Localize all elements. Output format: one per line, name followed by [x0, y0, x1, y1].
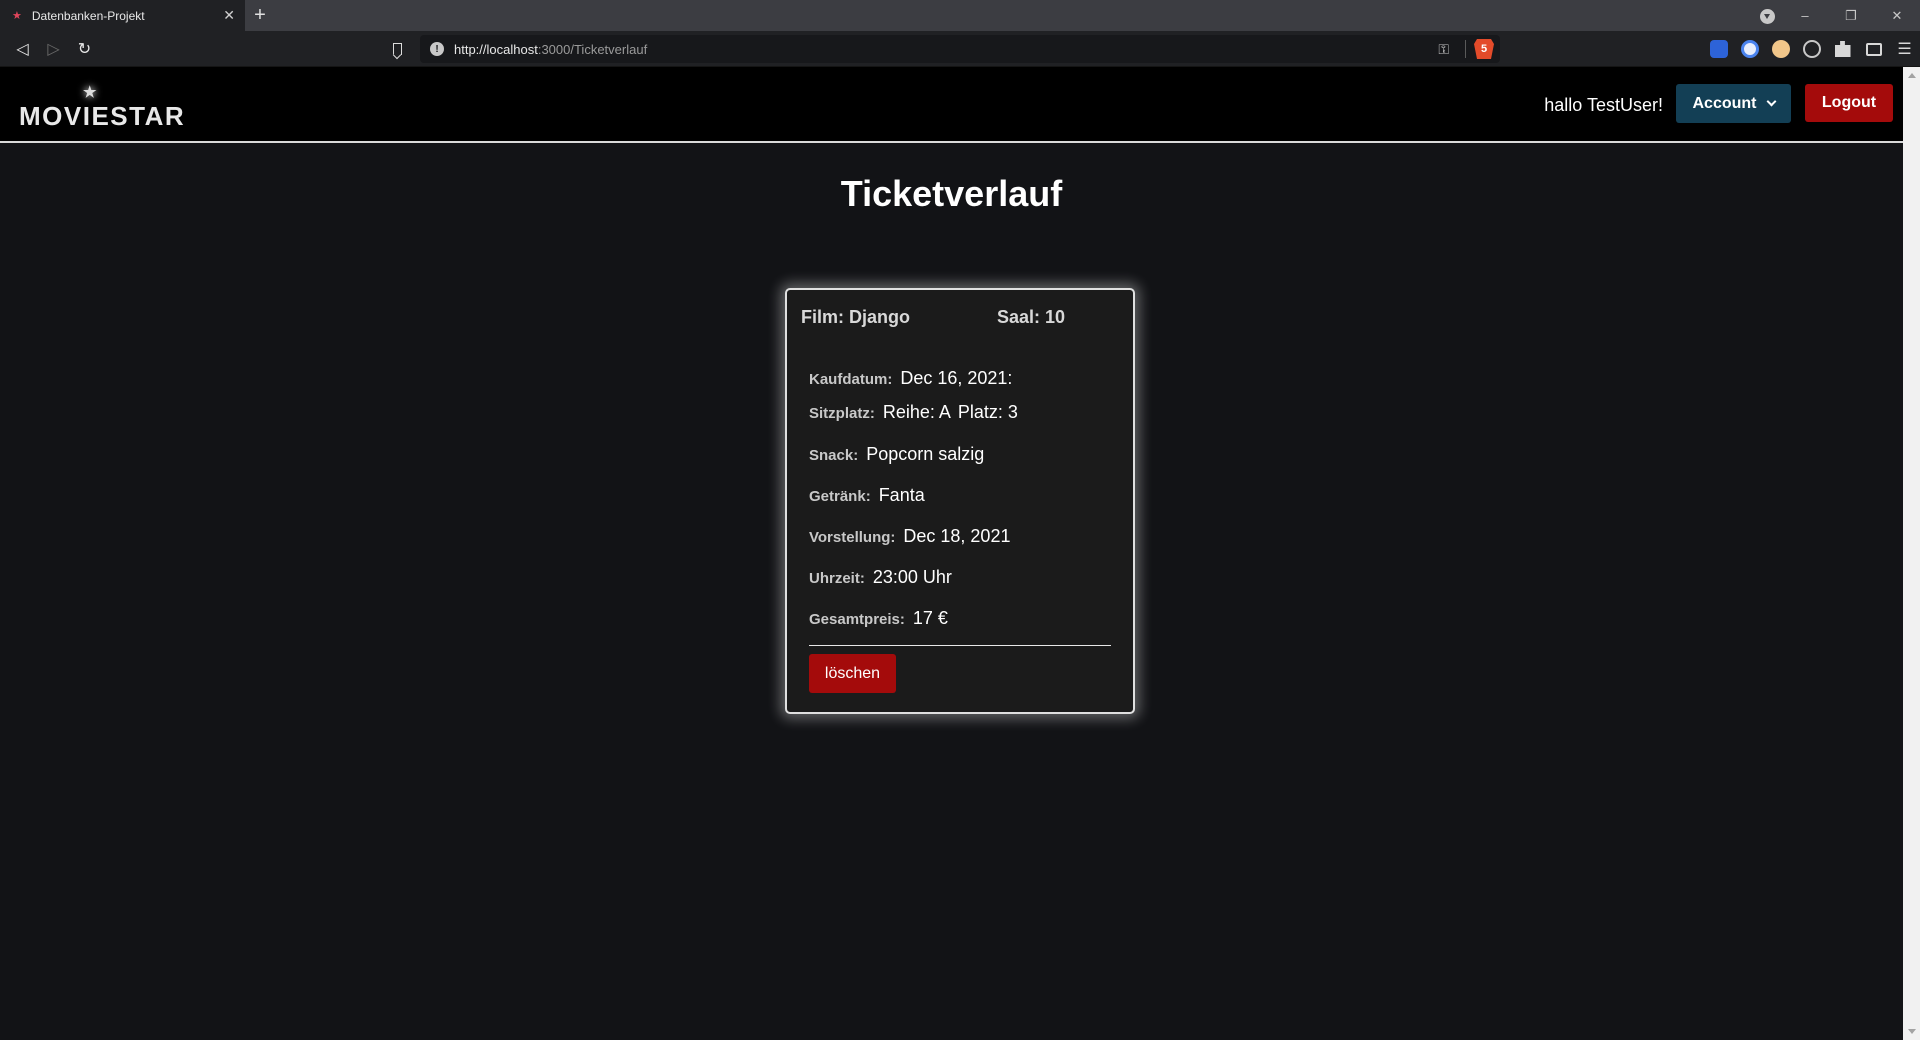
gesamtpreis-row: Gesamtpreis: 17 € — [809, 608, 948, 629]
uhrzeit-label: Uhrzeit: — [809, 570, 865, 587]
extensions-area: ☰ — [1703, 31, 1920, 67]
browser-toolbar: ◁ ▷ ↻ ! http://localhost:3000/Ticketverl… — [0, 31, 1920, 67]
sitzplatz-label: Sitzplatz: — [809, 405, 875, 422]
back-icon[interactable]: ◁ — [7, 34, 38, 64]
tab-close-icon[interactable]: ✕ — [223, 7, 235, 24]
moviestar-logo[interactable]: ★ MOVIESTAR — [19, 84, 186, 132]
scroll-up-arrow-icon[interactable] — [1908, 73, 1916, 78]
vorstellung-value: Dec 18, 2021 — [903, 526, 1011, 546]
site-navbar: ★ MOVIESTAR hallo TestUser! Account Logo… — [0, 67, 1903, 143]
uhrzeit-value: 23:00 Uhr — [872, 567, 952, 587]
user-greeting: hallo TestUser! — [1544, 95, 1663, 115]
delete-ticket-button[interactable]: löschen — [809, 654, 896, 693]
chevron-down-icon — [1766, 96, 1776, 107]
ticket-film: Film: Django — [801, 307, 910, 328]
vorstellung-row: Vorstellung: Dec 18, 2021 — [809, 526, 1010, 547]
getraenk-row: Getränk: Fanta — [809, 485, 925, 506]
sitzplatz-row: Sitzplatz: Reihe: A Platz: 3 — [809, 402, 1018, 423]
account-dropdown-button[interactable]: Account — [1676, 84, 1791, 123]
tab-search-icon[interactable] — [1752, 7, 1782, 24]
ticket-divider — [809, 645, 1111, 646]
reload-icon[interactable]: ↻ — [69, 34, 100, 64]
brave-shields-icon[interactable]: 5 — [1474, 39, 1494, 59]
wallet-icon[interactable] — [1858, 34, 1889, 64]
browser-menu-icon[interactable]: ☰ — [1889, 34, 1920, 64]
kaufdatum-row: Kaufdatum: Dec 16, 2021: — [809, 368, 1012, 389]
film-value: Django — [849, 307, 911, 327]
kaufdatum-value: Dec 16, 2021: — [900, 368, 1013, 388]
address-bar[interactable]: ! http://localhost:3000/Ticketverlauf ⚿ … — [420, 35, 1500, 63]
cookie-extension-icon[interactable] — [1765, 34, 1796, 64]
snack-value: Popcorn salzig — [866, 444, 985, 464]
sitzplatz-platz: Platz: 3 — [957, 402, 1018, 422]
getraenk-value: Fanta — [878, 485, 925, 505]
url-text[interactable]: http://localhost:3000/Ticketverlauf — [454, 42, 1438, 57]
bookmark-icon[interactable] — [388, 40, 406, 58]
site-info-icon[interactable]: ! — [430, 42, 444, 56]
page-scrollbar[interactable] — [1903, 67, 1920, 1040]
uhrzeit-row: Uhrzeit: 23:00 Uhr — [809, 567, 952, 588]
saal-label: Saal: — [997, 307, 1041, 327]
extensions-puzzle-icon[interactable] — [1827, 34, 1858, 64]
logo-star-icon: ★ — [83, 84, 98, 101]
window-controls: – ❐ ✕ — [1752, 0, 1920, 31]
snack-label: Snack: — [809, 447, 859, 464]
browser-tab[interactable]: ★ Datenbanken-Projekt ✕ — [0, 0, 245, 31]
logout-button[interactable]: Logout — [1805, 84, 1893, 122]
favicon-star-icon: ★ — [12, 10, 22, 22]
window-close-button[interactable]: ✕ — [1874, 8, 1920, 24]
kaufdatum-label: Kaufdatum: — [809, 371, 893, 388]
tab-title: Datenbanken-Projekt — [31, 8, 145, 23]
gesamtpreis-label: Gesamtpreis: — [809, 611, 905, 628]
forward-icon[interactable]: ▷ — [38, 34, 69, 64]
vorstellung-label: Vorstellung: — [809, 529, 896, 546]
account-label: Account — [1692, 94, 1757, 112]
gesamtpreis-value: 17 € — [912, 608, 948, 628]
scroll-down-arrow-icon[interactable] — [1908, 1029, 1916, 1034]
maximize-button[interactable]: ❐ — [1828, 8, 1874, 24]
minimize-button[interactable]: – — [1782, 8, 1828, 23]
sitzplatz-reihe: Reihe: A — [882, 402, 951, 422]
browser-tab-strip: ★ Datenbanken-Projekt ✕ + – ❐ ✕ — [0, 0, 1920, 31]
record-extension-icon[interactable] — [1796, 34, 1827, 64]
ticket-saal: Saal: 10 — [997, 307, 1065, 328]
bitwarden-extension-icon[interactable] — [1703, 34, 1734, 64]
omnibox-divider — [1465, 40, 1466, 58]
new-tab-button[interactable]: + — [245, 0, 275, 31]
ticket-card: Film: Django Saal: 10 Kaufdatum: Dec 16,… — [785, 288, 1135, 714]
saal-value: 10 — [1045, 307, 1066, 327]
app-viewport: ★ MOVIESTAR hallo TestUser! Account Logo… — [0, 67, 1903, 1040]
page-title: Ticketverlauf — [840, 173, 1063, 214]
logo-text: MOVIESTAR — [19, 101, 186, 131]
film-label: Film: — [801, 307, 844, 327]
snack-row: Snack: Popcorn salzig — [809, 444, 984, 465]
key-icon[interactable]: ⚿ — [1438, 41, 1449, 58]
getraenk-label: Getränk: — [809, 488, 871, 505]
translate-extension-icon[interactable] — [1734, 34, 1765, 64]
